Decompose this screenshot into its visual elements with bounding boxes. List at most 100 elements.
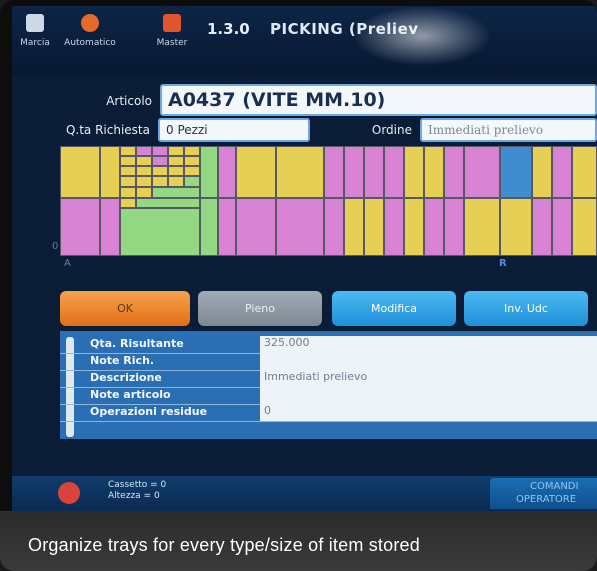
tray-cell[interactable] (324, 146, 344, 198)
tray-cell[interactable] (444, 146, 464, 198)
modifica-button[interactable]: Modifica (332, 291, 456, 326)
tray-cell[interactable] (344, 198, 364, 256)
tray-cell[interactable] (276, 198, 324, 256)
caption: Organize trays for every type/size of it… (28, 535, 420, 555)
altezza-readout: Altezza = 0 (108, 491, 160, 501)
tray-cell[interactable] (136, 166, 152, 176)
ok-button-label: OK (117, 302, 133, 315)
info-value: 325.000 (260, 336, 597, 353)
tray-cell[interactable] (500, 198, 532, 256)
tray-cell[interactable] (120, 156, 136, 166)
info-value (260, 353, 597, 370)
tray-cell[interactable] (136, 146, 152, 156)
gear-icon (81, 14, 99, 32)
tray-cell[interactable] (324, 198, 344, 256)
comandi-label: COMANDI (530, 481, 579, 492)
operatore-label: OPERATORE (516, 494, 577, 505)
master-label: Master (156, 38, 188, 48)
automatico-button[interactable]: Automatico (60, 14, 120, 48)
tray-cell[interactable] (364, 146, 384, 198)
automatico-label: Automatico (64, 38, 116, 48)
tray-cell[interactable] (200, 198, 218, 256)
tray-cell[interactable] (236, 146, 276, 198)
version-label: 1.3.0 (207, 20, 250, 38)
tray-cell[interactable] (100, 146, 120, 198)
info-panel: Qta. Risultante 325.000 Note Rich. Descr… (60, 331, 597, 439)
pieno-button-label: Pieno (245, 302, 275, 315)
tray-cell[interactable] (464, 146, 500, 198)
inv-udc-button[interactable]: Inv. Udc (464, 291, 588, 326)
tray-cell[interactable] (532, 198, 552, 256)
ok-button[interactable]: OK (60, 291, 190, 326)
tray-cell[interactable] (152, 187, 200, 198)
tray-cell[interactable] (184, 156, 200, 166)
tray-cell[interactable] (444, 198, 464, 256)
terminal-screen: Marcia Automatico Master 1.3.0 PICKING (… (12, 6, 597, 511)
tray-cell[interactable] (236, 198, 276, 256)
marcia-button[interactable]: Marcia (18, 14, 52, 48)
tray-cell[interactable] (218, 198, 236, 256)
ordine-field[interactable]: Immediati prelievo (420, 118, 597, 142)
tray-cell[interactable] (120, 166, 136, 176)
tray-cell[interactable] (168, 156, 184, 166)
tray-cell[interactable] (184, 146, 200, 156)
tray-cell[interactable] (136, 176, 152, 187)
info-row: Note articolo (60, 387, 597, 405)
tray-cell[interactable] (152, 176, 168, 187)
tray-cell[interactable] (404, 146, 424, 198)
tray-cell[interactable] (500, 146, 532, 198)
tray-cell[interactable] (60, 198, 100, 256)
tray-cell[interactable] (276, 146, 324, 198)
tray-cell[interactable] (136, 156, 152, 166)
tray-cell[interactable] (168, 146, 184, 156)
status-readout: Cassetto = 0 Altezza = 0 (108, 480, 166, 502)
tray-cell[interactable] (168, 166, 184, 176)
tray-cell[interactable] (464, 198, 500, 256)
cassetto-readout: Cassetto = 0 (108, 480, 167, 490)
info-value: 0 (260, 404, 597, 421)
tray-cell[interactable] (344, 146, 364, 198)
modifica-button-label: Modifica (371, 302, 417, 315)
tray-cell[interactable] (384, 146, 404, 198)
tray-cell[interactable] (200, 146, 218, 198)
comandi-operatore-button[interactable]: COMANDI OPERATORE (490, 478, 597, 509)
tray-cell[interactable] (218, 146, 236, 198)
tray-cell[interactable] (364, 198, 384, 256)
tray-cell[interactable] (424, 146, 444, 198)
tray-cell[interactable] (168, 176, 184, 187)
tray-cell[interactable] (120, 208, 200, 256)
tray-cell[interactable] (532, 146, 552, 198)
tray-cell[interactable] (552, 146, 572, 198)
tray-cell[interactable] (136, 198, 200, 208)
tray-cell[interactable] (184, 176, 200, 187)
tray-cell[interactable] (120, 198, 136, 208)
tray-cell[interactable] (152, 156, 168, 166)
articolo-field[interactable]: A0437 (VITE MM.10) (160, 84, 597, 116)
tray-cell[interactable] (184, 166, 200, 176)
tray-cell[interactable] (572, 198, 597, 256)
bottom-bar: Cassetto = 0 Altezza = 0 COMANDI OPERATO… (12, 476, 597, 511)
tray-cell[interactable] (136, 187, 152, 198)
alarm-icon[interactable] (58, 482, 80, 504)
qta-field[interactable]: 0 Pezzi (158, 118, 310, 142)
photo-frame: Marcia Automatico Master 1.3.0 PICKING (… (0, 0, 597, 571)
tray-cell[interactable] (120, 187, 136, 198)
tray-cell[interactable] (120, 146, 136, 156)
top-toolbar: Marcia Automatico Master 1.3.0 PICKING (… (12, 6, 597, 76)
tray-cell[interactable] (60, 146, 100, 198)
tray-cell[interactable] (100, 198, 120, 256)
tray-cell[interactable] (152, 146, 168, 156)
tray-cell[interactable] (120, 176, 136, 187)
master-button[interactable]: Master (152, 14, 192, 48)
tray-cell[interactable] (424, 198, 444, 256)
inv-udc-button-label: Inv. Udc (504, 302, 548, 315)
grid-axis-label: A (64, 258, 71, 269)
tray-cell[interactable] (404, 198, 424, 256)
info-key: Note Rich. (90, 354, 155, 367)
pieno-button[interactable]: Pieno (198, 291, 322, 326)
tray-cell[interactable] (152, 166, 168, 176)
ordine-label: Ordine (371, 123, 412, 137)
tray-cell[interactable] (552, 198, 572, 256)
tray-cell[interactable] (572, 146, 597, 198)
tray-cell[interactable] (384, 198, 404, 256)
